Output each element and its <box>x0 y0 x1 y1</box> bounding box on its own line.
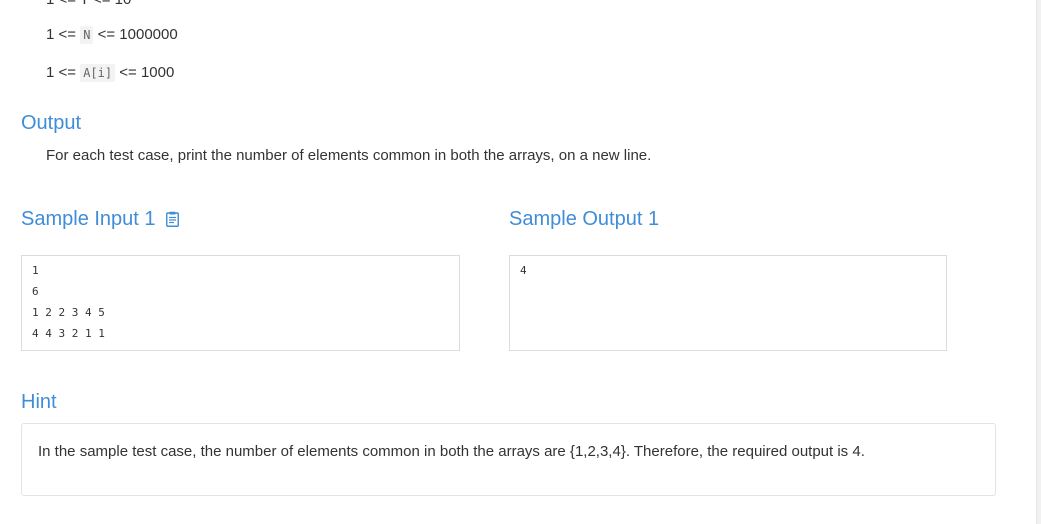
sample-input-title: Sample Input 1 <box>21 208 156 230</box>
constraint-a-prefix: 1 <= <box>46 64 81 81</box>
constraint-a-code: A[i] <box>80 64 116 82</box>
constraint-a-suffix: <= 1000 <box>115 64 175 81</box>
constraint-n-prefix: 1 <= <box>46 26 81 43</box>
output-description: For each test case, print the number of … <box>46 147 652 164</box>
hint-heading: Hint <box>21 391 57 413</box>
problem-page: 1 <= T <= 10 1 <= N <= 1000000 1 <= A[i]… <box>0 0 1041 524</box>
page-scrollbar[interactable] <box>1036 0 1041 524</box>
constraint-t-line: 1 <= T <= 10 <box>46 0 131 8</box>
constraint-n-code: N <box>80 26 94 44</box>
constraint-n-suffix: <= 1000000 <box>93 26 178 43</box>
sample-output-heading: Sample Output 1 <box>509 208 660 230</box>
constraint-n-line: 1 <= N <= 1000000 <box>46 26 178 44</box>
sample-input-line: 6 <box>32 285 39 298</box>
output-heading: Output <box>21 112 82 134</box>
sample-input-line: 4 4 3 2 1 1 <box>32 327 105 340</box>
constraint-a-line: 1 <= A[i] <= 1000 <box>46 64 175 82</box>
sample-input-line: 1 <box>32 264 39 277</box>
sample-output-box[interactable]: 4 <box>509 255 947 351</box>
hint-box: In the sample test case, the number of e… <box>21 423 996 496</box>
sample-input-line: 1 2 2 3 4 5 <box>32 306 105 319</box>
clipboard-icon[interactable] <box>165 210 179 233</box>
hint-text: In the sample test case, the number of e… <box>38 443 865 460</box>
sample-input-box[interactable]: 1 6 1 2 2 3 4 5 4 4 3 2 1 1 <box>21 255 460 351</box>
sample-output-line: 4 <box>520 264 527 277</box>
sample-input-heading: Sample Input 1 <box>21 208 179 233</box>
